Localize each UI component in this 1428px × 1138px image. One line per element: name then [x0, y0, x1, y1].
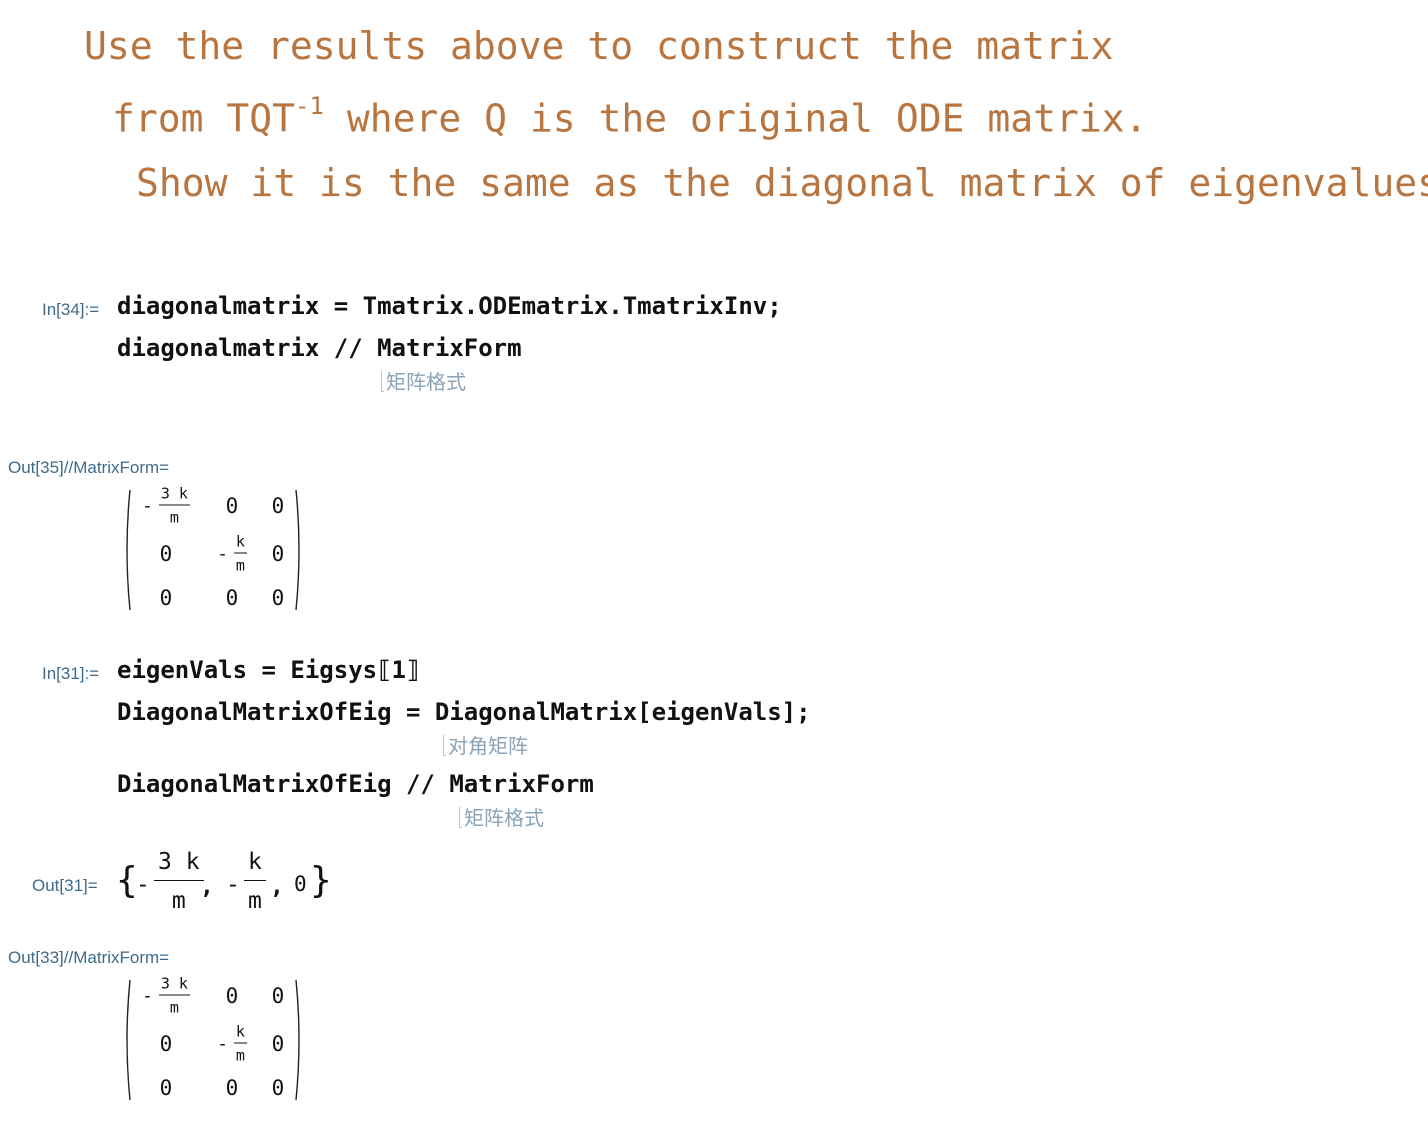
input-34-line-1[interactable]: diagonalmatrix = Tmatrix.ODEmatrix.Tmatr…	[117, 292, 782, 320]
matrix-minus: -	[142, 985, 153, 1007]
list-fraction-1: 3 k m	[154, 848, 204, 915]
text-line-2-suffix: where Q is the original ODE matrix.	[323, 96, 1148, 141]
matrix-cell-1-1: -km	[217, 533, 247, 575]
matrix-cell-1-2: 0	[271, 542, 285, 566]
input-label-34: In[34]:=	[42, 300, 100, 319]
list-close-brace: }	[310, 860, 332, 901]
list-comma-2: ,	[270, 874, 284, 900]
list-fraction-2-numerator: k	[244, 848, 266, 881]
matrix-left-bracket	[126, 489, 131, 611]
input-31-line-2[interactable]: DiagonalMatrixOfEig = DiagonalMatrix[eig…	[117, 698, 811, 726]
list-open-brace: {	[116, 860, 138, 901]
text-line-2: from TQT-1 where Q is the original ODE m…	[84, 78, 1428, 151]
matrix-denominator: m	[169, 998, 179, 1017]
list-minus-1: -	[136, 872, 150, 898]
matrix-cell-1-1: -km	[217, 1023, 247, 1065]
output-31-eigenvalue-list: { - 3 k m , - k m , 0 }	[116, 846, 336, 924]
matrix-denominator: m	[169, 508, 179, 527]
matrix-cell-2-0: 0	[159, 1076, 173, 1100]
matrix-numerator: k	[233, 1023, 247, 1044]
output-33-matrix: -3 km000-km0000	[124, 975, 302, 1102]
matrix-right-bracket	[295, 979, 300, 1101]
matrix-numerator: 3 k	[158, 485, 190, 506]
list-minus-2: -	[226, 872, 240, 898]
matrix-cell-0-0: -3 k m	[142, 975, 190, 1017]
list-comma-1: ,	[200, 874, 214, 900]
matrix-cell-2-2: 0	[271, 1076, 285, 1100]
matrix-minus: -	[142, 495, 153, 517]
matrix-cell-2-0: 0	[159, 586, 173, 610]
matrix-minus: -	[217, 543, 228, 565]
output-label-35: Out[35]//MatrixForm=	[8, 458, 170, 477]
matrix-cell-0-1: 0	[225, 494, 239, 518]
function-tooltip-matrixform: 矩阵格式	[381, 366, 466, 395]
text-cell-instructions: Use the results above to construct the m…	[84, 14, 1428, 215]
matrix-cell-0-0: -3 k m	[142, 485, 190, 527]
matrix-right-bracket	[295, 489, 300, 611]
matrix-cell-2-1: 0	[225, 586, 239, 610]
function-tooltip-diagonalmatrix: 对角矩阵	[443, 730, 528, 759]
output-35-matrix: -3 km000-km0000	[124, 485, 302, 612]
matrix-cell-2-2: 0	[271, 586, 285, 610]
input-31-line-1[interactable]: eigenVals = Eigsys⟦1⟧	[117, 656, 420, 684]
list-fraction-2-denominator: m	[248, 888, 262, 914]
text-line-2-prefix: from TQT	[112, 96, 296, 141]
matrix-cell-0-1: 0	[225, 984, 239, 1008]
input-34-line-2[interactable]: diagonalmatrix // MatrixForm	[117, 334, 522, 362]
matrix-cell-0-2: 0	[271, 494, 285, 518]
matrix-cell-0-2: 0	[271, 984, 285, 1008]
input-label-31: In[31]:=	[42, 664, 100, 683]
matrix-denominator: m	[235, 556, 245, 575]
matrix-cell-1-0: 0	[159, 542, 173, 566]
matrix-numerator: k	[233, 533, 247, 554]
text-line-1: Use the results above to construct the m…	[84, 24, 1114, 68]
matrix-numerator: 3 k	[158, 975, 190, 996]
text-line-2-superscript: -1	[295, 92, 324, 120]
matrix-minus: -	[217, 1033, 228, 1055]
list-zero: 0	[294, 872, 307, 896]
text-line-3: Show it is the same as the diagonal matr…	[136, 160, 1428, 205]
matrix-left-bracket	[126, 979, 131, 1101]
matrix-cell-2-1: 0	[225, 1076, 239, 1100]
input-31-line-3[interactable]: DiagonalMatrixOfEig // MatrixForm	[117, 770, 594, 798]
matrix-denominator: m	[235, 1046, 245, 1065]
function-tooltip-matrixform-2: 矩阵格式	[459, 802, 544, 831]
output-label-31: Out[31]=	[32, 876, 98, 895]
matrix-cell-1-0: 0	[159, 1032, 173, 1056]
list-fraction-1-numerator: 3 k	[154, 848, 204, 881]
matrix-cell-1-2: 0	[271, 1032, 285, 1056]
list-fraction-2: k m	[244, 848, 266, 915]
list-fraction-1-denominator: m	[171, 888, 186, 914]
output-label-33: Out[33]//MatrixForm=	[8, 948, 170, 967]
